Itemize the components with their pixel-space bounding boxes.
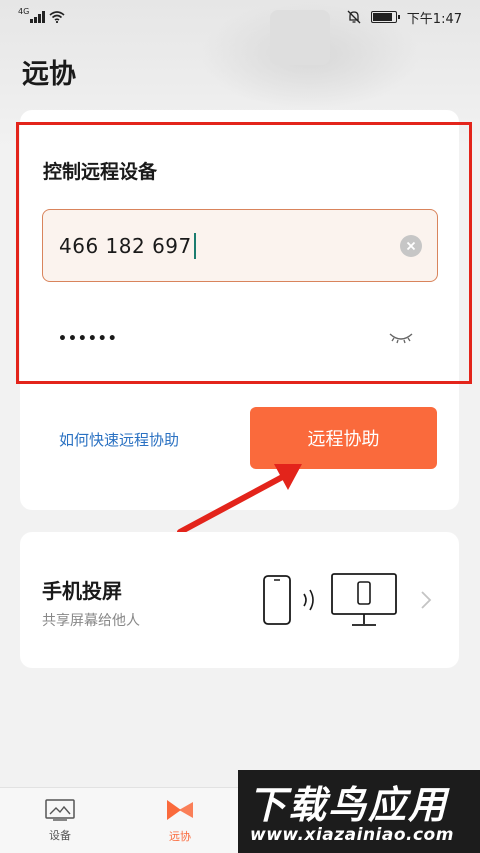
device-code-value: 466 182 697 <box>59 233 192 258</box>
watermark-url: www.xiazainiao.com <box>250 825 454 845</box>
watermark-title: 下载鸟应用 <box>248 783 449 827</box>
status-right: 下午1:47 <box>347 8 462 27</box>
status-time: 下午1:47 <box>406 11 462 27</box>
wifi-icon <box>49 11 65 23</box>
screen-cast-title: 手机投屏 <box>42 579 122 603</box>
battery-icon <box>370 11 400 23</box>
status-bar: 4G 下午1:47 <box>0 0 480 34</box>
device-icon <box>45 799 75 821</box>
password-input[interactable]: •••••• <box>42 306 438 372</box>
close-icon <box>406 241 416 251</box>
status-left: 4G <box>18 7 65 23</box>
mute-bell-icon <box>347 10 361 24</box>
nav-label-devices: 设备 <box>49 829 71 842</box>
password-value: •••••• <box>58 331 118 347</box>
signal-icon <box>30 11 45 23</box>
network-type: 4G <box>18 7 30 16</box>
screen-cast-subtitle: 共享屏幕给他人 <box>42 613 140 629</box>
section-title: 控制远程设备 <box>43 161 158 183</box>
watermark: 下载鸟应用 www.xiazainiao.com <box>238 770 480 853</box>
phone-to-monitor-icon <box>263 573 397 626</box>
device-code-input[interactable]: 466 182 697 <box>42 209 438 282</box>
nav-item-remote-assist[interactable]: 远协 <box>130 788 230 853</box>
nav-label-remote-assist: 远协 <box>169 830 191 843</box>
help-link[interactable]: 如何快速远程协助 <box>59 429 179 450</box>
text-cursor <box>193 232 196 259</box>
remote-assist-button[interactable]: 远程协助 <box>250 407 437 469</box>
nav-item-devices[interactable]: 设备 <box>10 788 110 853</box>
eye-closed-icon[interactable] <box>388 330 414 346</box>
remote-assist-icon <box>167 800 193 820</box>
clear-input-button[interactable] <box>400 235 422 257</box>
chevron-right-icon <box>421 591 432 609</box>
page-title: 远协 <box>22 59 76 90</box>
